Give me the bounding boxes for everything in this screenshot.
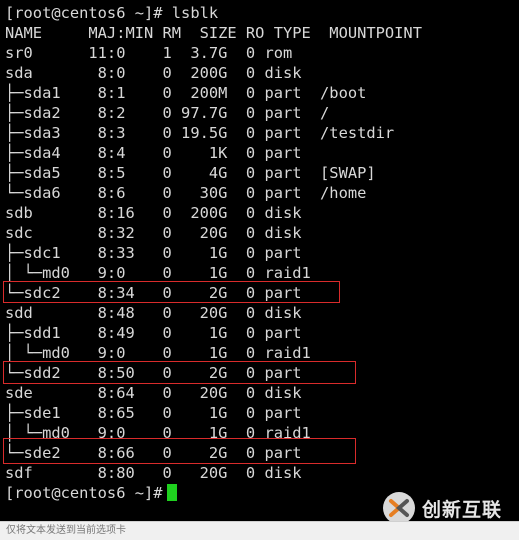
terminal-line: sr0 11:0 1 3.7G 0 rom (5, 44, 293, 62)
terminal-line: [root@centos6 ~]# lsblk (5, 4, 219, 22)
terminal-line: │ └─md0 9:0 0 1G 0 raid1 (5, 264, 311, 282)
terminal-line: ├─sda1 8:1 0 200M 0 part /boot (5, 84, 367, 102)
lsblk-header-row: NAME MAJ:MIN RM SIZE RO TYPE MOUNTPOINT (5, 24, 422, 42)
terminal-line: ├─sda2 8:2 0 97.7G 0 part / (5, 104, 330, 122)
terminal-line: sdd 8:48 0 20G 0 disk (5, 304, 302, 322)
terminal-line: └─sde2 8:66 0 2G 0 part (5, 444, 302, 462)
terminal-line: └─sda6 8:6 0 30G 0 part /home (5, 184, 367, 202)
terminal-line: └─sdd2 8:50 0 2G 0 part (5, 364, 302, 382)
terminal-line: sde 8:64 0 20G 0 disk (5, 384, 302, 402)
terminal-line: └─sdc2 8:34 0 2G 0 part (5, 284, 302, 302)
status-text: 仅将文本发送到当前选项卡 (6, 525, 126, 536)
terminal-line: ├─sda5 8:5 0 4G 0 part [SWAP] (5, 164, 376, 182)
terminal-line: ├─sda4 8:4 0 1K 0 part (5, 144, 302, 162)
terminal-line: ├─sda3 8:3 0 19.5G 0 part /testdir (5, 124, 395, 142)
watermark-text: 创新互联 (422, 498, 503, 521)
terminal-line: sdf 8:80 0 20G 0 disk (5, 464, 302, 482)
terminal-line: ├─sdc1 8:33 0 1G 0 part (5, 244, 302, 262)
terminal-line: sda 8:0 0 200G 0 disk (5, 64, 302, 82)
shell-prompt: [root@centos6 ~]# (5, 484, 163, 502)
terminal-line: ├─sdd1 8:49 0 1G 0 part (5, 324, 302, 342)
terminal-output[interactable]: [root@centos6 ~]# lsblk NAME MAJ:MIN RM … (0, 0, 519, 521)
status-bar: 仅将文本发送到当前选项卡 (0, 521, 519, 540)
text-cursor (166, 484, 177, 501)
terminal-line: ├─sde1 8:65 0 1G 0 part (5, 404, 302, 422)
brand-logo-icon (383, 492, 415, 524)
terminal-line: sdb 8:16 0 200G 0 disk (5, 204, 302, 222)
terminal-line: │ └─md0 9:0 0 1G 0 raid1 (5, 344, 311, 362)
terminal-line: │ └─md0 9:0 0 1G 0 raid1 (5, 424, 311, 442)
terminal-line: sdc 8:32 0 20G 0 disk (5, 224, 302, 242)
